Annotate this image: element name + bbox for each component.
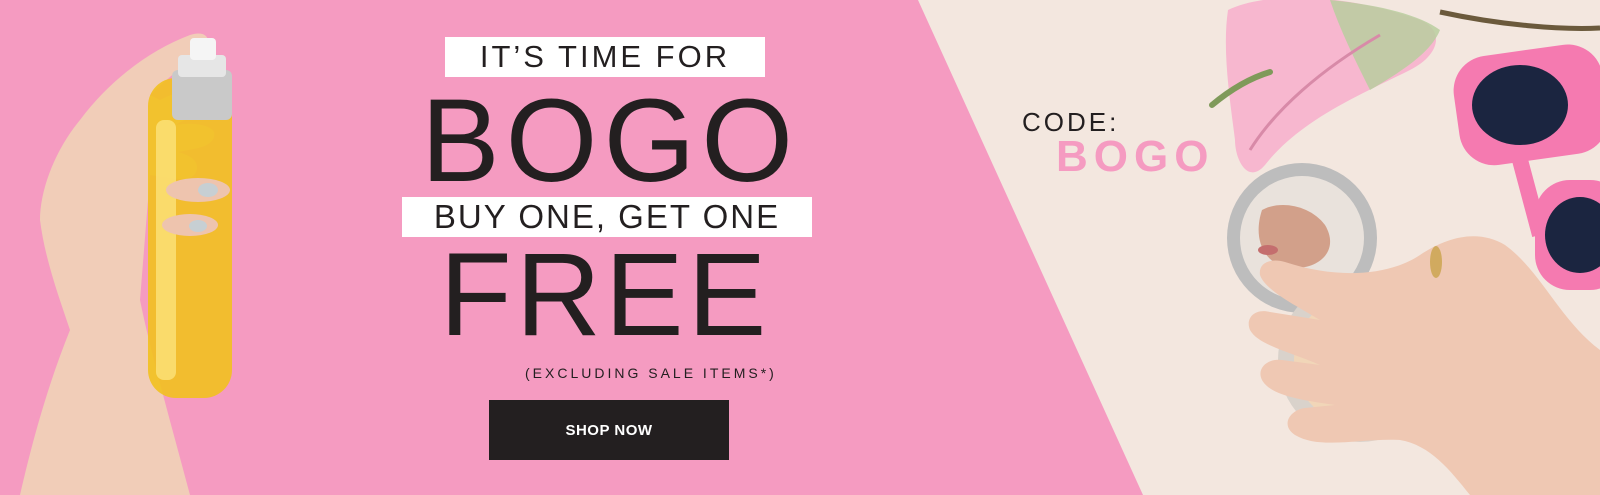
headline-free: FREE (439, 229, 771, 361)
promo-code-value: BOGO (1056, 132, 1215, 181)
exclusion-note: (EXCLUDING SALE ITEMS*) (525, 365, 777, 381)
bogo-promo-banner: IT’S TIME FOR BOGO BUY ONE, GET ONE FREE… (0, 0, 1600, 495)
headline-bogo: BOGO (420, 75, 800, 207)
headline-time-for: IT’S TIME FOR (445, 37, 765, 77)
shop-now-button[interactable]: SHOP NOW (489, 400, 729, 460)
